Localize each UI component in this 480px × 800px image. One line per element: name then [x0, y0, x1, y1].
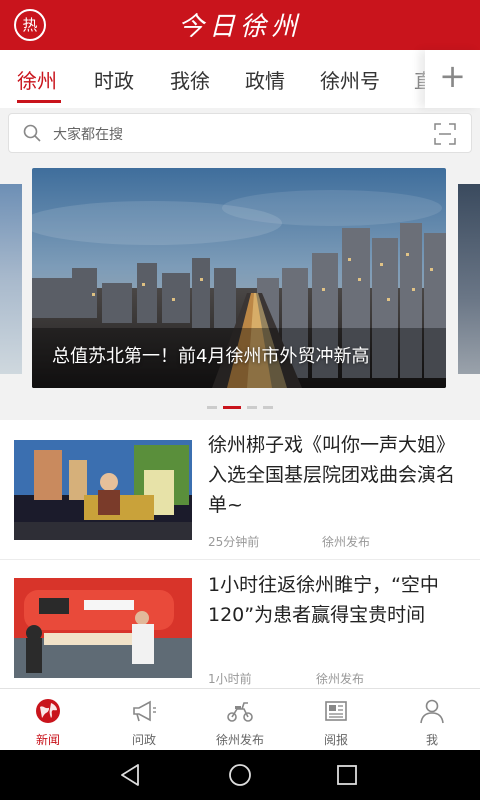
- globe-icon: [36, 699, 60, 723]
- search-placeholder: 大家都在搜: [53, 127, 123, 143]
- app-title: 今日徐州: [177, 12, 302, 42]
- news-title: 徐州梆子戏《叫你一声大姐》入选全国基层院团戏曲会演名单~: [208, 434, 456, 516]
- nav-xuzhou-publish[interactable]: 徐州发布: [192, 689, 288, 751]
- nav-news[interactable]: 新闻: [0, 689, 96, 751]
- recents-icon[interactable]: [334, 762, 360, 788]
- tab-shizheng[interactable]: 时政: [94, 65, 134, 94]
- nav-label: 徐州发布: [215, 733, 264, 747]
- news-item[interactable]: 徐州梆子戏《叫你一声大姐》入选全国基层院团戏曲会演名单~ 25分钟前 徐州发布: [0, 420, 480, 560]
- plus-icon: +: [439, 57, 466, 95]
- news-time: 1小时前: [208, 672, 252, 686]
- back-icon[interactable]: [118, 762, 144, 788]
- news-title: 1小时往返徐州睢宁，“空中120”为患者赢得宝贵时间: [208, 574, 439, 626]
- tab-zhengqing[interactable]: 政情: [245, 65, 285, 94]
- person-icon: [420, 699, 444, 724]
- news-source: 徐州发布: [316, 672, 365, 686]
- nav-wenzheng[interactable]: 问政: [96, 689, 192, 751]
- carousel-dots: [0, 406, 480, 409]
- newspaper-icon: [325, 701, 347, 721]
- megaphone-icon: [133, 700, 156, 722]
- nav-me[interactable]: 我: [384, 689, 480, 751]
- nav-label: 我: [425, 733, 438, 747]
- headline-carousel[interactable]: 总值苏北第一！前4月徐州市外贸冲新高: [0, 160, 480, 418]
- system-nav-bar: [0, 750, 480, 800]
- news-source: 徐州发布: [322, 535, 371, 549]
- news-time: 25分钟前: [208, 535, 260, 549]
- tab-xuzhou[interactable]: 徐州: [17, 65, 57, 94]
- scooter-icon: [227, 702, 253, 722]
- nav-label: 问政: [131, 733, 156, 747]
- channel-tabbar: 徐州 时政 我徐 政情 徐州号 直 +: [0, 50, 480, 108]
- nav-label: 新闻: [35, 733, 60, 747]
- news-thumbnail: [14, 578, 192, 678]
- news-item[interactable]: 1小时往返徐州睢宁，“空中120”为患者赢得宝贵时间 1小时前 徐州发布: [0, 560, 480, 688]
- bottom-nav: 新闻 问政 徐州发布 阅报 我: [0, 688, 480, 750]
- app-header: 热 今日徐州: [0, 0, 480, 50]
- prev-slide-peek[interactable]: [0, 184, 22, 374]
- carousel-slide[interactable]: 总值苏北第一！前4月徐州市外贸冲新高: [32, 168, 446, 388]
- scan-icon[interactable]: [433, 122, 457, 146]
- carousel-dot[interactable]: [247, 406, 257, 409]
- news-list: 徐州梆子戏《叫你一声大姐》入选全国基层院团戏曲会演名单~ 25分钟前 徐州发布 …: [0, 420, 480, 688]
- carousel-dot[interactable]: [207, 406, 217, 409]
- add-channel-button[interactable]: +: [425, 50, 480, 108]
- tab-woxu[interactable]: 我徐: [170, 65, 210, 94]
- nav-label: 阅报: [323, 733, 348, 747]
- search-icon: [23, 124, 41, 142]
- nav-read-paper[interactable]: 阅报: [288, 689, 384, 751]
- home-icon[interactable]: [227, 762, 253, 788]
- carousel-dot-active[interactable]: [223, 406, 241, 409]
- carousel-dot[interactable]: [263, 406, 273, 409]
- carousel-caption: 总值苏北第一！前4月徐州市外贸冲新高: [52, 346, 370, 367]
- search-bar[interactable]: 大家都在搜: [8, 113, 472, 153]
- tab-xuzhouhao[interactable]: 徐州号: [320, 65, 380, 94]
- news-thumbnail: [14, 440, 192, 540]
- next-slide-peek[interactable]: [458, 184, 480, 374]
- active-tab-indicator: [17, 100, 61, 103]
